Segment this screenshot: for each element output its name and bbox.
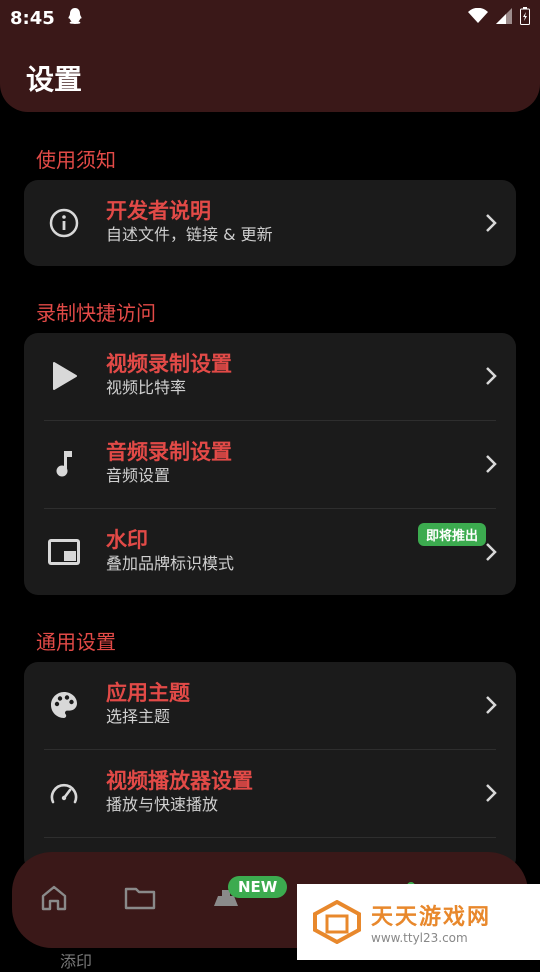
qq-notification-icon (67, 7, 83, 30)
nav-home[interactable] (36, 880, 72, 916)
signal-icon (496, 8, 512, 28)
picture-in-picture-icon (46, 534, 82, 570)
developer-notes-row[interactable]: 开发者说明 自述文件，链接 & 更新 (24, 180, 516, 266)
watermark-url: www.ttyl23.com (371, 931, 468, 945)
new-badge: NEW (228, 876, 288, 898)
card-recording: 视频录制设置 视频比特率 音频录制设置 音频设置 水印 叠加品牌标识模式 即将推… (24, 333, 516, 595)
speedometer-icon (46, 775, 82, 811)
row-title: 音频录制设置 (106, 440, 232, 464)
row-title: 开发者说明 (106, 199, 211, 223)
row-title: 视频录制设置 (106, 352, 232, 376)
watermark-settings-row[interactable]: 水印 叠加品牌标识模式 即将推出 (24, 509, 516, 595)
watermark-title: 天天游戏网 (371, 905, 492, 930)
row-subtitle: 叠加品牌标识模式 (106, 554, 235, 573)
section-label-usage: 使用须知 (36, 148, 116, 172)
chevron-right-icon (486, 543, 497, 561)
chevron-right-icon (486, 214, 497, 232)
wifi-icon (468, 7, 488, 28)
divider (44, 837, 496, 838)
coming-soon-badge: 即将推出 (417, 523, 486, 546)
row-subtitle: 播放与快速播放 (106, 795, 219, 814)
play-icon (46, 358, 82, 394)
status-bar: 8:45 (0, 0, 540, 36)
palette-icon (46, 687, 82, 723)
page-title: 设置 (26, 63, 83, 96)
chevron-right-icon (486, 455, 497, 473)
nav-files[interactable] (122, 880, 158, 916)
section-label-general: 通用设置 (36, 630, 116, 654)
partial-row-title: 添印 (60, 952, 93, 971)
home-icon (41, 885, 67, 911)
music-note-icon (46, 446, 82, 482)
info-icon (46, 205, 82, 241)
card-general: 应用主题 选择主题 视频播放器设置 播放与快速播放 (24, 662, 516, 872)
folder-icon (124, 887, 156, 910)
row-subtitle: 音频设置 (106, 466, 171, 485)
row-subtitle: 自述文件，链接 & 更新 (106, 225, 273, 244)
video-recording-settings-row[interactable]: 视频录制设置 视频比特率 (24, 333, 516, 419)
row-title: 视频播放器设置 (106, 769, 253, 793)
row-subtitle: 选择主题 (106, 707, 171, 726)
row-subtitle: 视频比特率 (106, 378, 187, 397)
card-usage: 开发者说明 自述文件，链接 & 更新 (24, 180, 516, 266)
status-time: 8:45 (10, 7, 55, 29)
chevron-right-icon (486, 696, 497, 714)
row-title: 应用主题 (106, 681, 190, 705)
watermark-logo-icon (313, 900, 361, 944)
chevron-right-icon (486, 784, 497, 802)
site-watermark: 天天游戏网 www.ttyl23.com (297, 884, 540, 960)
row-title: 水印 (106, 528, 148, 552)
video-player-settings-row[interactable]: 视频播放器设置 播放与快速播放 (24, 750, 516, 836)
audio-recording-settings-row[interactable]: 音频录制设置 音频设置 (24, 421, 516, 507)
section-label-recording: 录制快捷访问 (36, 301, 156, 325)
app-theme-row[interactable]: 应用主题 选择主题 (24, 662, 516, 748)
battery-icon (520, 7, 530, 29)
chevron-right-icon (486, 367, 497, 385)
